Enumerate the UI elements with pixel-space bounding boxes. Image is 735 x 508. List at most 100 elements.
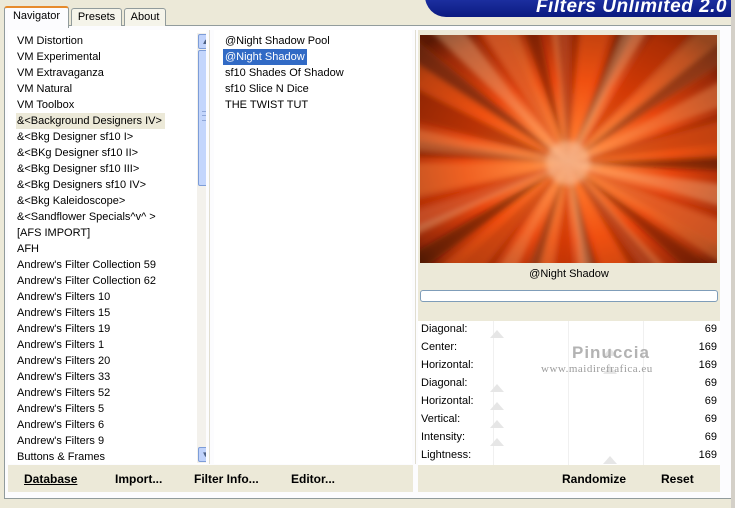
param-value: 69 [704,431,717,443]
category-item[interactable]: Andrew's Filters 33 [17,369,110,385]
category-item[interactable]: VM Extravaganza [17,65,104,81]
preview-filter-name: @Night Shadow [529,268,609,280]
param-label: Lightness: [421,449,472,461]
category-item[interactable]: &<Background Designers IV> [16,113,165,129]
slider-marker[interactable] [490,420,504,428]
param-value: 169 [698,341,717,353]
param-slider[interactable]: Lightness: 169 [418,447,720,465]
divider [415,30,416,464]
param-label: Intensity: [421,431,466,443]
slider-tick [568,429,569,447]
category-item[interactable]: Andrew's Filters 1 [17,337,104,353]
category-scrollbar[interactable]: ▲ ▼ [197,33,206,463]
category-item[interactable]: Andrew's Filters 10 [17,289,110,305]
category-item[interactable]: &<BKg Designer sf10 II> [17,145,138,161]
category-item[interactable]: Andrew's Filter Collection 59 [17,257,156,273]
param-value: 169 [698,359,717,371]
category-item[interactable]: &<Bkg Kaleidoscope> [17,193,125,209]
category-item[interactable]: Andrew's Filters 6 [17,417,104,433]
slider-tick [643,447,644,465]
preview-image [420,35,717,263]
banner-title: Filters Unlimited 2.0 [535,0,727,17]
param-slider[interactable]: Center: 169 [418,339,720,357]
filter-item[interactable]: sf10 Slice N Dice [223,81,311,97]
slider-track[interactable] [418,339,720,357]
tab-navigator[interactable]: Navigator [4,6,69,28]
filter-item[interactable]: @Night Shadow Pool [223,33,332,49]
slider-tick [643,375,644,393]
category-list[interactable]: ▲ ▼ VM Distortion VM Experimental VM Extra… [8,30,206,464]
database-button[interactable]: Database [24,472,77,486]
watermark-url: www.maidirefrafica.eu [541,363,653,375]
preview-panel: @Night Shadow Diagonal: 69 Center: 169 Horiz… [418,30,720,465]
category-item[interactable]: &<Bkg Designers sf10 IV> [17,177,146,193]
slider-marker[interactable] [603,456,617,464]
slider-marker[interactable] [490,438,504,446]
category-item[interactable]: Andrew's Filters 15 [17,305,110,321]
tab-about[interactable]: About [124,8,166,26]
param-value: 69 [704,377,717,389]
param-label: Horizontal: [421,395,474,407]
scroll-down-button[interactable]: ▼ [198,447,206,462]
param-slider[interactable]: Horizontal: 69 [418,393,720,411]
database-button-label: Database [24,472,78,486]
category-item[interactable]: Buttons & Frames [17,449,105,464]
chevron-down-icon: ▼ [201,450,206,459]
param-slider[interactable]: Diagonal: 69 [418,375,720,393]
category-item[interactable]: Andrew's Filters 5 [17,401,104,417]
preview-toolbar: Randomize Reset [418,465,720,492]
param-slider[interactable]: Diagonal: 69 [418,321,720,339]
category-item[interactable]: [AFS IMPORT] [17,225,90,241]
param-slider[interactable]: Vertical: 69 [418,411,720,429]
param-value: 69 [704,323,717,335]
scroll-up-button[interactable]: ▲ [198,34,206,49]
progress-bar [420,290,718,302]
category-item[interactable]: &<Bkg Designer sf10 I> [17,129,133,145]
param-slider[interactable]: Intensity: 69 [418,429,720,447]
param-value: 69 [704,395,717,407]
chevron-up-icon: ▲ [201,37,206,46]
category-item[interactable]: VM Experimental [17,49,101,65]
slider-track[interactable] [418,411,720,429]
editor-button[interactable]: Editor... [291,472,335,486]
title-banner: Filters Unlimited 2.0 [425,0,735,17]
category-item[interactable]: VM Distortion [17,33,83,49]
category-item[interactable]: &<Sandflower Specials^v^ > [17,209,156,225]
category-item[interactable]: VM Natural [17,81,72,97]
filter-list[interactable]: @Night Shadow Pool @Night Shadow sf10 Shad… [214,30,412,464]
filter-item[interactable]: sf10 Shades Of Shadow [223,65,346,81]
watermark-name: Pinuccia [572,343,650,362]
slider-tick [493,447,494,465]
filter-info-button[interactable]: Filter Info... [194,472,259,486]
tab-presets[interactable]: Presets [71,8,122,26]
slider-tick [568,411,569,429]
filter-item[interactable]: THE TWIST TUT [223,97,310,113]
slider-tick [568,321,569,339]
category-item[interactable]: Andrew's Filters 19 [17,321,110,337]
slider-tick [493,357,494,375]
slider-marker[interactable] [490,402,504,410]
scroll-thumb[interactable] [198,50,206,186]
slider-tick [643,393,644,411]
reset-button[interactable]: Reset [661,472,694,486]
category-item[interactable]: AFH [17,241,39,257]
category-item[interactable]: Andrew's Filter Collection 62 [17,273,156,289]
slider-tick [568,375,569,393]
grip-icon [202,111,206,121]
category-item[interactable]: Andrew's Filters 20 [17,353,110,369]
divider [209,30,210,464]
param-label: Diagonal: [421,323,468,335]
slider-tick [568,447,569,465]
category-item[interactable]: Andrew's Filters 9 [17,433,104,449]
param-label: Horizontal: [421,359,474,371]
import-button[interactable]: Import... [115,472,162,486]
slider-marker[interactable] [490,384,504,392]
slider-marker[interactable] [490,330,504,338]
category-item[interactable]: Andrew's Filters 52 [17,385,110,401]
randomize-button[interactable]: Randomize [562,472,626,486]
bottom-toolbar: Database Import... Filter Info... Editor… [8,465,413,492]
param-value: 69 [704,413,717,425]
filter-item[interactable]: @Night Shadow [223,49,307,65]
category-item[interactable]: &<Bkg Designer sf10 III> [17,161,139,177]
category-item[interactable]: VM Toolbox [17,97,74,113]
